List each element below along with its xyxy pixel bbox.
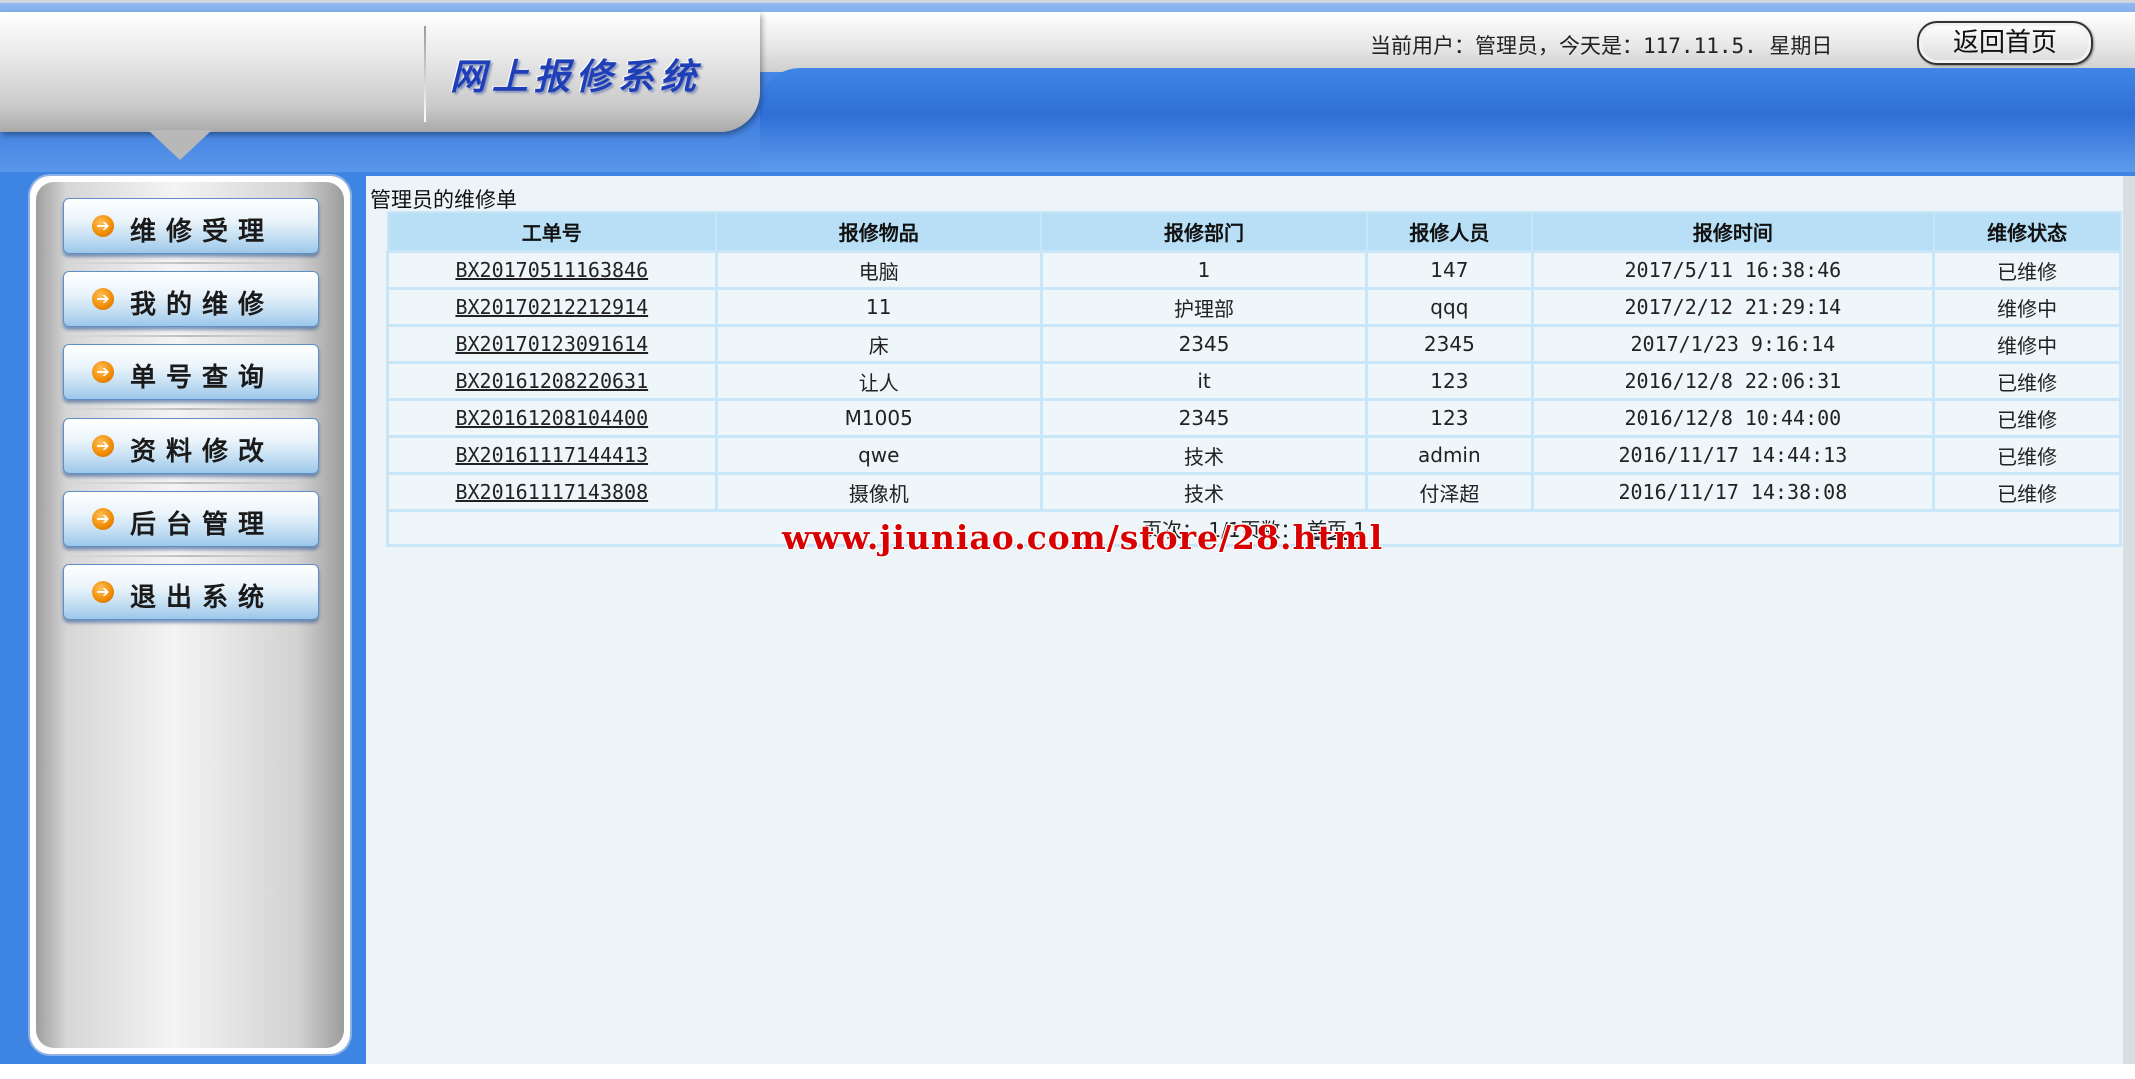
item-cell: 让人 xyxy=(714,361,1043,401)
table-header-row: 工单号 报修物品 报修部门 报修人员 报修时间 维修状态 xyxy=(386,211,2122,253)
menu-item-my-repairs[interactable]: ➔ 我的维修 xyxy=(63,271,319,327)
menu-separator xyxy=(60,335,320,337)
menu-item-order-lookup[interactable]: ➔ 单号查询 xyxy=(63,344,319,400)
order-id-cell: BX20170511163846 xyxy=(386,250,718,290)
table-row: BX20161208220631 让人 it 123 2016/12/8 22:… xyxy=(386,361,2122,401)
order-id-link[interactable]: BX20161208104400 xyxy=(455,406,648,430)
home-button[interactable]: 返回首页 xyxy=(1917,21,2093,65)
table-row: BX20161117143808 摄像机 技术 付泽超 2016/11/17 1… xyxy=(386,472,2122,512)
reporter-cell: qqq xyxy=(1365,287,1534,327)
time-cell: 2016/11/17 14:44:13 xyxy=(1530,435,1936,475)
reporter-cell: 147 xyxy=(1365,250,1534,290)
menu-item-admin[interactable]: ➔ 后台管理 xyxy=(63,491,319,547)
department-cell: 2345 xyxy=(1039,324,1369,364)
status-cell: 维修中 xyxy=(1932,324,2122,364)
time-cell: 2017/5/11 16:38:46 xyxy=(1530,250,1936,290)
status-cell: 已维修 xyxy=(1932,361,2122,401)
table-row: BX20170511163846 电脑 1 147 2017/5/11 16:3… xyxy=(386,250,2122,290)
department-cell: 技术 xyxy=(1039,435,1369,475)
arrow-right-circle-icon: ➔ xyxy=(92,361,114,383)
menu-separator xyxy=(60,555,320,557)
reporter-cell: 2345 xyxy=(1365,324,1534,364)
order-id-link[interactable]: BX20170511163846 xyxy=(455,258,648,282)
arrow-right-circle-icon: ➔ xyxy=(92,581,114,603)
repair-orders-table: 工单号 报修物品 报修部门 报修人员 报修时间 维修状态 BX201705111… xyxy=(386,211,2122,547)
reporter-cell: 123 xyxy=(1365,398,1534,438)
arrow-right-circle-icon: ➔ xyxy=(92,288,114,310)
arrow-right-circle-icon: ➔ xyxy=(92,435,114,457)
menu-item-label: 维修受理 xyxy=(130,217,275,247)
menu-item-edit-profile[interactable]: ➔ 资料修改 xyxy=(63,418,319,474)
order-id-link[interactable]: BX20161117143808 xyxy=(455,480,648,504)
column-header: 报修物品 xyxy=(715,211,1043,253)
menu-separator xyxy=(60,408,320,410)
order-id-link[interactable]: BX20170123091614 xyxy=(455,332,648,356)
order-id-cell: BX20161208220631 xyxy=(386,361,718,401)
order-id-link[interactable]: BX20170212212914 xyxy=(455,295,648,319)
menu-item-logout[interactable]: ➔ 退出系统 xyxy=(63,564,319,620)
app-logo: 网上报修系统 xyxy=(450,56,703,98)
header-divider xyxy=(424,26,426,122)
page: 网上报修系统 当前用户：管理员，今天是：117.11.5. 星期日 返回首页 ➔… xyxy=(0,0,2135,1079)
column-header: 报修时间 xyxy=(1531,211,1935,253)
order-id-cell: BX20161117143808 xyxy=(386,472,718,512)
order-id-cell: BX20161117144413 xyxy=(386,435,718,475)
status-cell: 已维修 xyxy=(1932,472,2122,512)
item-cell: M1005 xyxy=(714,398,1043,438)
header-notch xyxy=(148,130,212,160)
table-row: BX20170123091614 床 2345 2345 2017/1/23 9… xyxy=(386,324,2122,364)
column-header: 报修人员 xyxy=(1365,211,1534,253)
item-cell: 床 xyxy=(714,324,1043,364)
department-cell: 护理部 xyxy=(1039,287,1369,327)
order-id-cell: BX20161208104400 xyxy=(386,398,718,438)
table-row: BX20161117144413 qwe 技术 admin 2016/11/17… xyxy=(386,435,2122,475)
menu-item-repair-accept[interactable]: ➔ 维修受理 xyxy=(63,198,319,254)
column-header: 维修状态 xyxy=(1932,211,2122,253)
status-cell: 已维修 xyxy=(1932,398,2122,438)
time-cell: 2016/12/8 22:06:31 xyxy=(1530,361,1936,401)
status-cell: 已维修 xyxy=(1932,250,2122,290)
item-cell: qwe xyxy=(714,435,1043,475)
menu-separator xyxy=(60,262,320,264)
department-cell: 1 xyxy=(1039,250,1369,290)
time-cell: 2017/1/23 9:16:14 xyxy=(1530,324,1936,364)
menu-item-label: 后台管理 xyxy=(130,510,275,540)
time-cell: 2017/2/12 21:29:14 xyxy=(1530,287,1936,327)
page-title: 管理员的维修单 xyxy=(370,188,517,212)
time-cell: 2016/12/8 10:44:00 xyxy=(1530,398,1936,438)
arrow-right-circle-icon: ➔ xyxy=(92,508,114,530)
order-id-cell: BX20170123091614 xyxy=(386,324,718,364)
bottom-margin xyxy=(0,1064,2135,1079)
menu-item-label: 单号查询 xyxy=(130,363,275,393)
item-cell: 电脑 xyxy=(714,250,1043,290)
menu-item-label: 退出系统 xyxy=(130,583,275,613)
menu-item-label: 我的维修 xyxy=(130,290,275,320)
order-id-link[interactable]: BX20161208220631 xyxy=(455,369,648,393)
right-edge xyxy=(2123,176,2135,1064)
header-blue-band xyxy=(760,68,2135,172)
table-row: BX20170212212914 11 护理部 qqq 2017/2/12 21… xyxy=(386,287,2122,327)
menu-item-label: 资料修改 xyxy=(130,437,275,467)
department-cell: 2345 xyxy=(1039,398,1369,438)
status-cell: 维修中 xyxy=(1932,287,2122,327)
department-cell: it xyxy=(1039,361,1369,401)
item-cell: 摄像机 xyxy=(714,472,1043,512)
order-id-link[interactable]: BX20161117144413 xyxy=(455,443,648,467)
order-id-cell: BX20170212212914 xyxy=(386,287,718,327)
current-user-info: 当前用户：管理员，今天是：117.11.5. 星期日 xyxy=(1370,34,1833,58)
menu-separator xyxy=(60,482,320,484)
reporter-cell: 付泽超 xyxy=(1365,472,1534,512)
watermark: www.jiuniao.com/store/28.html xyxy=(782,518,1384,557)
column-header: 报修部门 xyxy=(1040,211,1368,253)
reporter-cell: 123 xyxy=(1365,361,1534,401)
reporter-cell: admin xyxy=(1365,435,1534,475)
status-cell: 已维修 xyxy=(1932,435,2122,475)
column-header: 工单号 xyxy=(386,211,718,253)
arrow-right-circle-icon: ➔ xyxy=(92,215,114,237)
item-cell: 11 xyxy=(714,287,1043,327)
department-cell: 技术 xyxy=(1039,472,1369,512)
table-row: BX20161208104400 M1005 2345 123 2016/12/… xyxy=(386,398,2122,438)
time-cell: 2016/11/17 14:38:08 xyxy=(1530,472,1936,512)
